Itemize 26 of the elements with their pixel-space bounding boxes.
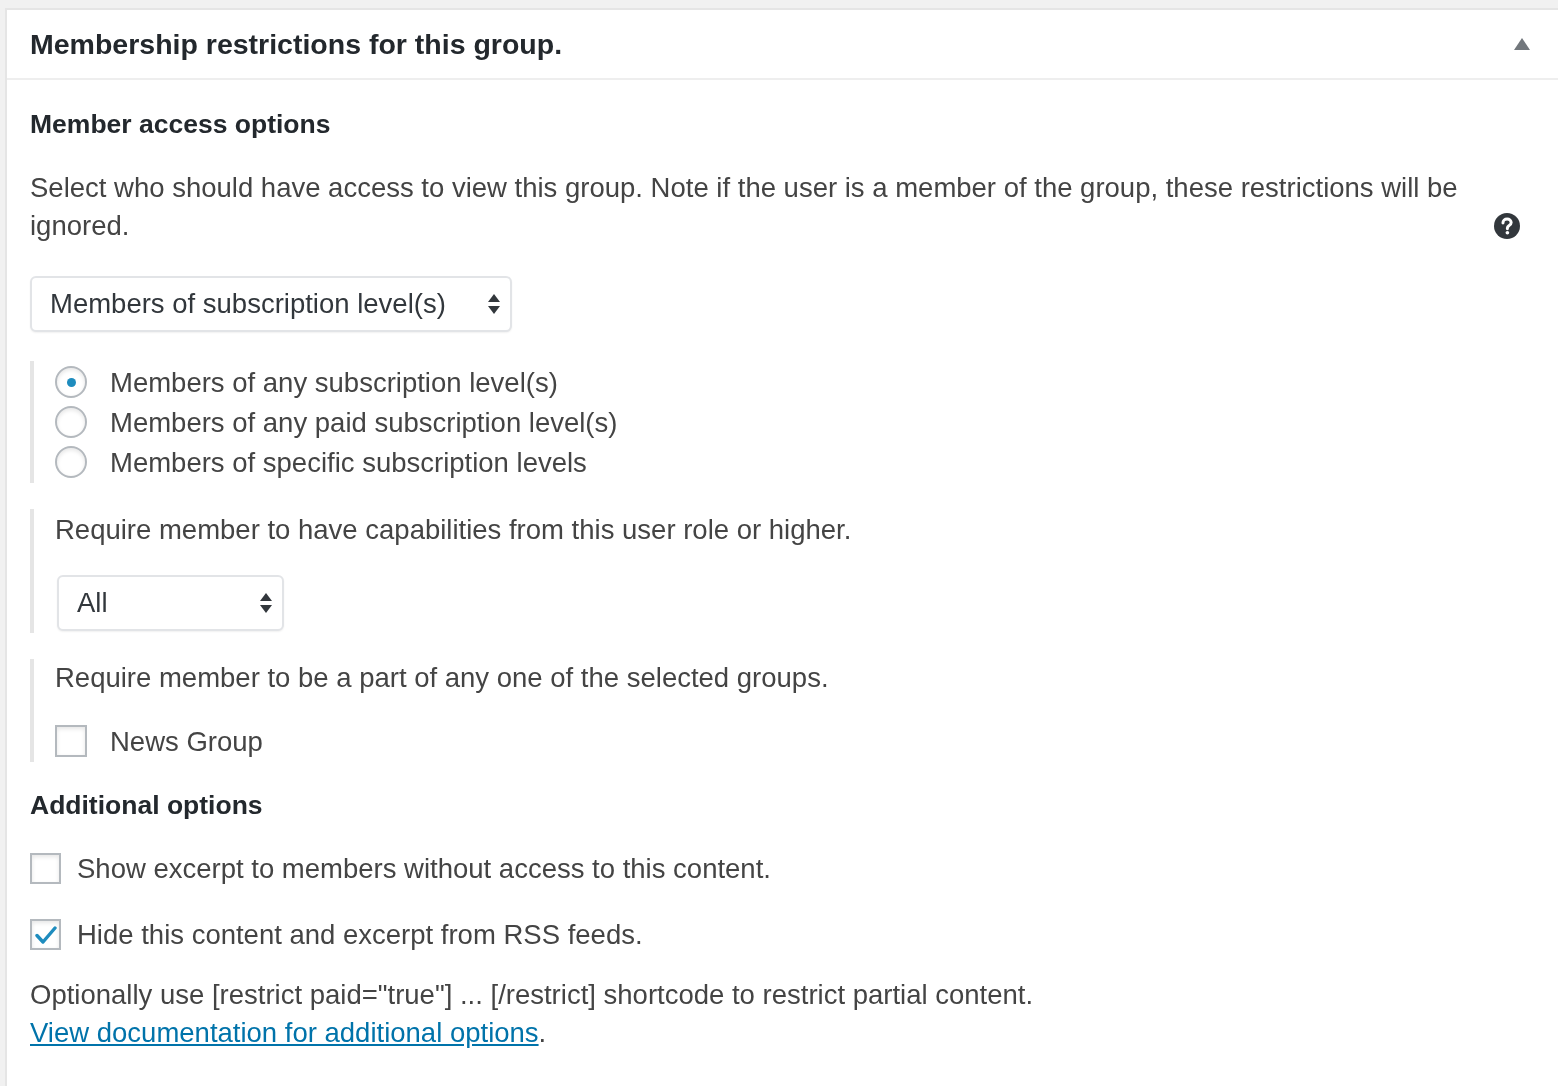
shortcode-note: Optionally use [restrict paid="true"] ... [/restrict] shortcode to restrict partial content. View documentation for additional options.: [30, 978, 1035, 1050]
checkbox[interactable]: [30, 853, 61, 884]
field-description: Require member to be a part of any one of the selected groups.: [55, 661, 830, 695]
radio-button[interactable]: [55, 366, 87, 398]
radio-button[interactable]: [55, 446, 87, 478]
checkbox-label: Hide this content and excerpt from RSS feeds.: [77, 918, 643, 951]
checkbox[interactable]: [30, 919, 61, 950]
caret-icon[interactable]: [1514, 38, 1530, 50]
radio-button[interactable]: [55, 406, 87, 438]
radio-label: Members of specific subscription levels: [110, 445, 587, 479]
section-heading: Additional options: [30, 789, 264, 821]
updown-arrows-icon: [260, 593, 272, 613]
field-description: Require member to have capabilities from this user role or higher.: [55, 513, 853, 547]
updown-arrows-icon: [488, 294, 500, 314]
documentation-link[interactable]: View documentation for additional options: [30, 1017, 539, 1048]
checkbox[interactable]: [55, 725, 87, 757]
checkbox-label: News Group: [110, 724, 263, 758]
access-select[interactable]: Members of subscription level(s): [30, 276, 512, 332]
role-select[interactable]: All: [57, 575, 284, 631]
checkbox-label: Show excerpt to members without access to this content.: [77, 852, 771, 885]
description-text: Select who should have access to view this group. Note if the user is a member of the group, these restrictions will be ignored.: [30, 171, 1459, 243]
radio-label: Members of any subscription level(s): [110, 365, 558, 399]
radio-label: Members of any paid subscription level(s): [110, 405, 618, 439]
help-icon[interactable]: [1494, 213, 1520, 239]
section-heading: Member access options: [30, 108, 332, 140]
panel-title: Membership restrictions for this group.: [30, 27, 563, 61]
